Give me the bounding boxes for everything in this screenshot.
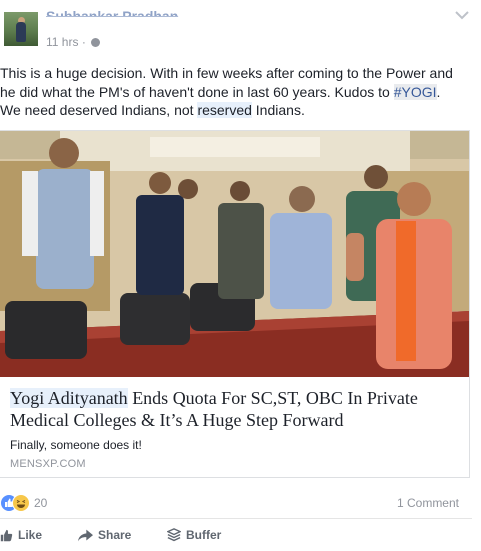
- article-photo-illustration: [0, 131, 469, 377]
- highlighted-word: reserved: [197, 102, 252, 118]
- author-avatar[interactable]: [4, 12, 38, 46]
- post-meta: 11 hrs ·: [46, 35, 101, 49]
- reaction-count: 20: [34, 496, 48, 510]
- buffer-stack-icon: [167, 528, 181, 542]
- link-preview-card[interactable]: Yogi Adityanath Ends Quota For SC,ST, OB…: [0, 130, 470, 478]
- comments-count[interactable]: 1 Comment: [397, 496, 459, 510]
- post-text-line: he did what the PM's of haven't done in …: [0, 83, 441, 100]
- hashtag-link[interactable]: #YOGI: [393, 83, 437, 100]
- article-title[interactable]: Yogi Adityanath Ends Quota For SC,ST, OB…: [10, 387, 460, 431]
- post-text-line: This is a huge decision. With in few wee…: [0, 65, 453, 81]
- post-text-line: We need deserved Indians, not reserved I…: [0, 102, 305, 118]
- thumbs-up-icon: [0, 529, 13, 541]
- article-domain: MENSXP.COM: [10, 458, 86, 470]
- post-timestamp[interactable]: 11 hrs: [46, 35, 78, 49]
- divider: [0, 518, 472, 519]
- article-description: Finally, someone does it!: [10, 438, 142, 452]
- author-name[interactable]: Subhankar Pradhan: [46, 8, 178, 17]
- chevron-down-icon[interactable]: [455, 10, 469, 20]
- post-text: This is a huge decision. With in few wee…: [0, 64, 476, 120]
- article-photo[interactable]: [0, 131, 469, 377]
- highlighted-title-text: Yogi Adityanath: [10, 388, 128, 408]
- like-button[interactable]: Like: [0, 528, 42, 542]
- share-arrow-icon: [78, 529, 93, 541]
- buffer-button[interactable]: Buffer: [167, 528, 221, 542]
- globe-icon[interactable]: [91, 38, 101, 47]
- share-button[interactable]: Share: [78, 528, 131, 542]
- facebook-post: Subhankar Pradhan 11 hrs · This is a hug…: [0, 0, 481, 551]
- haha-reaction-icon: [12, 494, 30, 512]
